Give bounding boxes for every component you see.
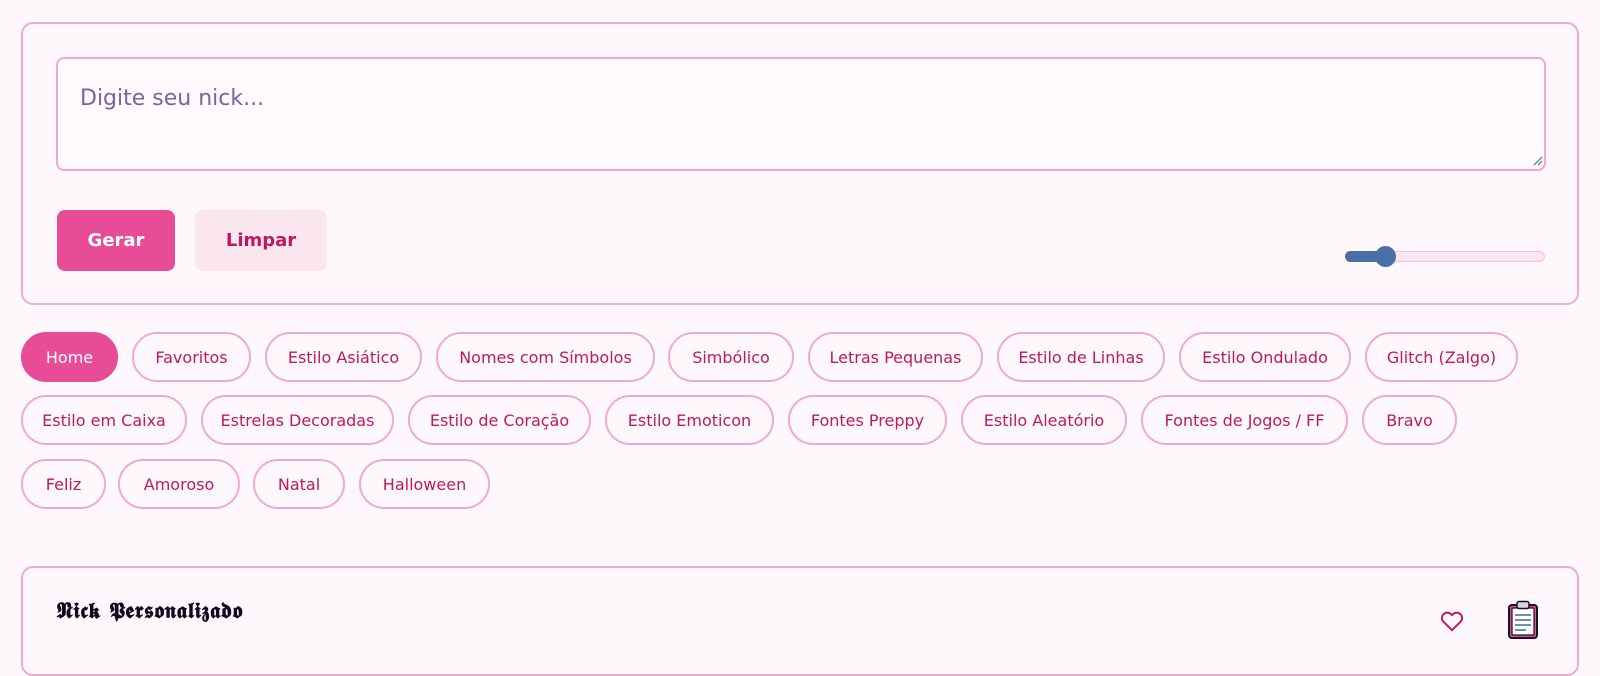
heart-outline-icon[interactable]: [1439, 608, 1465, 634]
result-card: 𝕹𝖎𝖈𝖐 𝕻𝖊𝖗𝖘𝖔𝖓𝖆𝖑𝖎𝖟𝖆𝖉𝖔: [21, 566, 1579, 676]
tab-estrelas-decoradas[interactable]: Estrelas Decoradas: [201, 395, 394, 445]
resize-handle-icon[interactable]: [1533, 156, 1543, 166]
tab-natal[interactable]: Natal: [253, 459, 345, 509]
tab-letras-pequenas[interactable]: Letras Pequenas: [808, 332, 983, 382]
tab-fontes-preppy[interactable]: Fontes Preppy: [788, 395, 947, 445]
tab-estilo-emoticon[interactable]: Estilo Emoticon: [605, 395, 774, 445]
result-nick-text[interactable]: 𝕹𝖎𝖈𝖐 𝕻𝖊𝖗𝖘𝖔𝖓𝖆𝖑𝖎𝖟𝖆𝖉𝖔: [56, 598, 243, 624]
input-panel: Gerar Limpar: [21, 22, 1579, 305]
size-slider[interactable]: [1345, 246, 1545, 267]
clipboard-icon[interactable]: [1507, 600, 1539, 640]
tab-home[interactable]: Home: [21, 332, 118, 382]
tab-estilo-asiatico[interactable]: Estilo Asiático: [265, 332, 422, 382]
tab-fontes-de-jogos-ff[interactable]: Fontes de Jogos / FF: [1141, 395, 1348, 445]
tab-estilo-em-caixa[interactable]: Estilo em Caixa: [21, 395, 187, 445]
tab-favoritos[interactable]: Favoritos: [132, 332, 251, 382]
clear-button[interactable]: Limpar: [195, 210, 327, 271]
tab-simbolico[interactable]: Simbólico: [668, 332, 794, 382]
tab-halloween[interactable]: Halloween: [359, 459, 490, 509]
tab-bravo[interactable]: Bravo: [1362, 395, 1457, 445]
tab-estilo-ondulado[interactable]: Estilo Ondulado: [1179, 332, 1351, 382]
slider-thumb[interactable]: [1375, 246, 1396, 267]
tab-glitch-zalgo[interactable]: Glitch (Zalgo): [1365, 332, 1518, 382]
tab-nomes-com-simbolos[interactable]: Nomes com Símbolos: [436, 332, 655, 382]
nick-input[interactable]: [56, 57, 1546, 171]
tab-feliz[interactable]: Feliz: [21, 459, 106, 509]
generate-button[interactable]: Gerar: [57, 210, 175, 271]
tab-estilo-aleatorio[interactable]: Estilo Aleatório: [961, 395, 1127, 445]
tab-amoroso[interactable]: Amoroso: [118, 459, 240, 509]
tab-estilo-de-coracao[interactable]: Estilo de Coração: [408, 395, 591, 445]
tab-estilo-de-linhas[interactable]: Estilo de Linhas: [997, 332, 1165, 382]
